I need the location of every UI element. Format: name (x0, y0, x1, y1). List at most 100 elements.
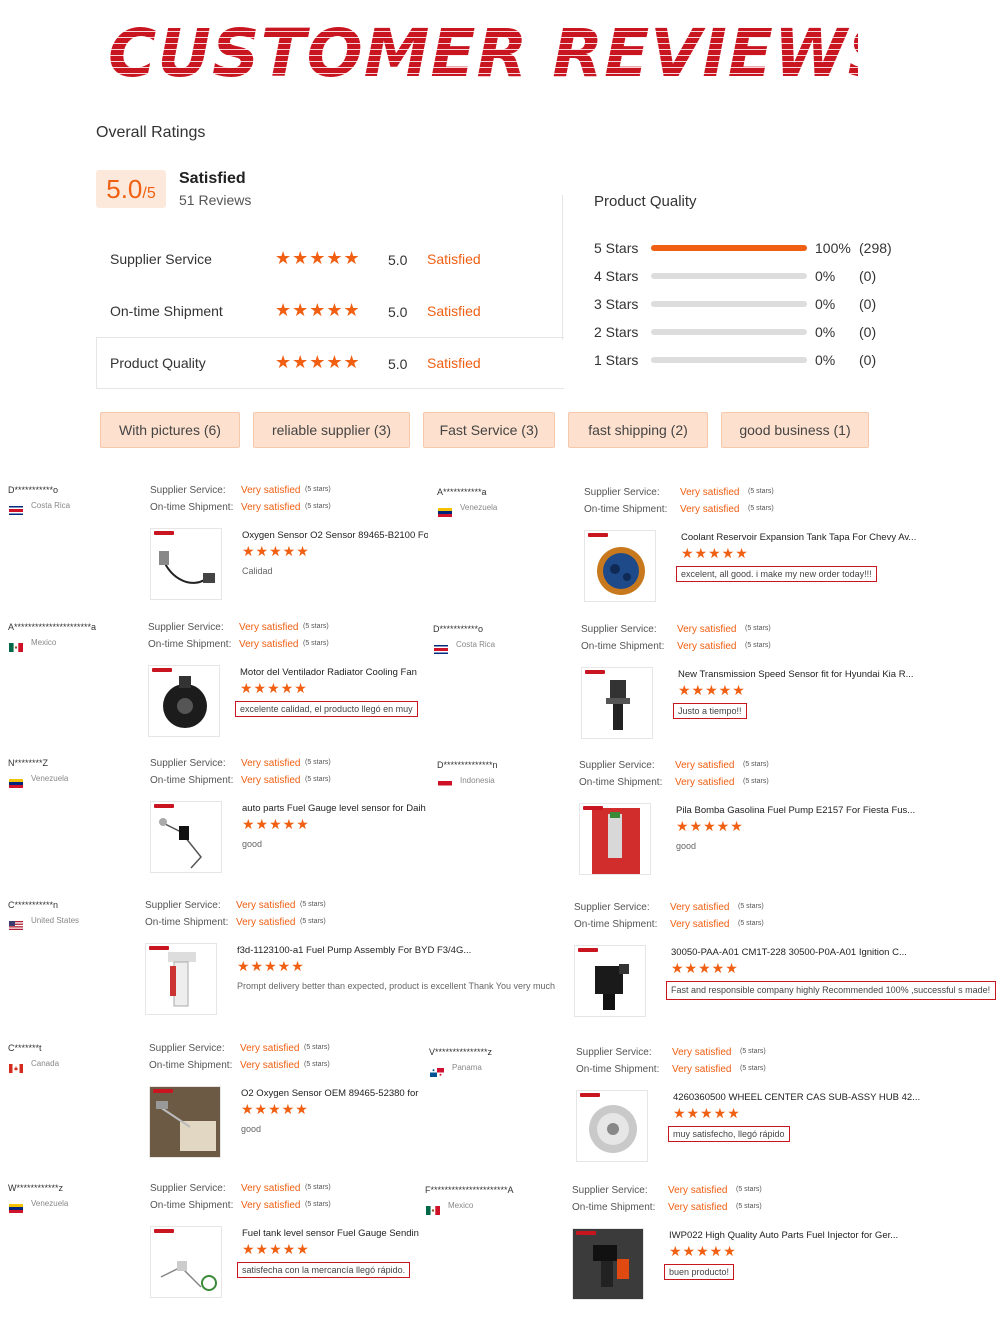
product-quality-title: Product Quality (594, 193, 697, 210)
review-11-product-title[interactable]: Fuel tank level sensor Fuel Gauge Sendin (242, 1228, 428, 1239)
review-9-product-image[interactable] (149, 1086, 221, 1158)
review-2-comment: excelent, all good. i make my new order … (676, 566, 877, 582)
review-4-product-image[interactable] (581, 667, 653, 739)
review-9-comment: good (241, 1124, 262, 1134)
review-5-venezuela-flag-icon (9, 775, 23, 788)
rating-score-shipment: 5.0 (388, 304, 408, 320)
review-7-shipment-label: On-time Shipment: (145, 917, 229, 928)
review-3-product-title[interactable]: Motor del Ventilador Radiator Cooling Fa… (240, 667, 426, 678)
review-6-product-title[interactable]: Pila Bomba Gasolina Fuel Pump E2157 For … (676, 805, 931, 816)
pq-bar-track (651, 357, 807, 363)
review-6-brand-logo (583, 806, 603, 810)
review-10-brand-logo (580, 1093, 600, 1097)
pq-row-percent: 0% (815, 352, 836, 368)
review-1-country: Costa Rica (31, 501, 71, 510)
review-11-shipment-stars: (5 stars) (305, 1201, 331, 1208)
review-7-product-title[interactable]: f3d-1123100-a1 Fuel Pump Assembly For BY… (237, 945, 572, 956)
tag-reliable-supplier[interactable]: reliable supplier (3) (253, 412, 410, 448)
review-9-brand-logo (153, 1089, 173, 1093)
pq-bar-track (651, 273, 807, 279)
review-7-brand-logo (149, 946, 169, 950)
review-9-supplier-stars: (5 stars) (304, 1044, 330, 1051)
review-12-reviewer-name: F**********************A (425, 1185, 514, 1195)
review-9-supplier-label: Supplier Service: (149, 1043, 225, 1054)
review-1-product-title[interactable]: Oxygen Sensor O2 Sensor 89465-B2100 Fo (242, 530, 428, 541)
review-2-product-image[interactable] (584, 530, 656, 602)
review-7-rating-stars: ★★★★★ (237, 958, 305, 974)
rating-stars-shipment: ★★★★★ (275, 300, 361, 320)
review-1-costa-rica-flag-icon (9, 502, 23, 515)
rating-word-supplier: Satisfied (427, 251, 481, 267)
review-5-reviewer-name: N********Z (8, 758, 49, 768)
review-3-shipment-label: On-time Shipment: (148, 639, 232, 650)
review-3-brand-logo (152, 668, 172, 672)
review-6-indonesia-flag-icon (438, 777, 452, 790)
review-7-supplier-stars: (5 stars) (300, 901, 326, 908)
tag-fast-shipping[interactable]: fast shipping (2) (568, 412, 708, 448)
review-9-country: Canada (31, 1059, 60, 1068)
review-4-country: Costa Rica (456, 640, 496, 649)
review-7-supplier-value: Very satisfied (236, 900, 296, 911)
review-1-reviewer-name: D***********o (8, 485, 59, 495)
tag-with-pictures[interactable]: With pictures (6) (100, 412, 240, 448)
review-4-shipment-label: On-time Shipment: (581, 641, 665, 652)
review-10-shipment-stars: (5 stars) (740, 1065, 766, 1072)
review-5-brand-logo (154, 804, 174, 808)
review-3-supplier-label: Supplier Service: (148, 622, 224, 633)
rating-label-quality: Product Quality (110, 355, 206, 371)
review-8-shipment-label: On-time Shipment: (574, 919, 658, 930)
review-5-product-title[interactable]: auto parts Fuel Gauge level sensor for D… (242, 803, 428, 814)
review-9-reviewer-name: C*******t (8, 1043, 42, 1053)
review-8-product-image[interactable] (574, 945, 646, 1017)
pq-bar-track (651, 245, 807, 251)
review-6-country: Indonesia (460, 776, 495, 785)
review-4-shipment-value: Very satisfied (677, 641, 737, 652)
overall-score-max: /5 (142, 185, 156, 202)
review-7-product-image[interactable] (145, 943, 217, 1015)
review-2-shipment-label: On-time Shipment: (584, 504, 668, 515)
review-12-product-title[interactable]: IWP022 High Quality Auto Parts Fuel Inje… (669, 1230, 924, 1241)
review-3-product-image[interactable] (148, 665, 220, 737)
review-5-supplier-stars: (5 stars) (305, 759, 331, 766)
pq-row-percent: 0% (815, 324, 836, 340)
review-7-supplier-label: Supplier Service: (145, 900, 221, 911)
review-11-shipment-label: On-time Shipment: (150, 1200, 234, 1211)
review-6-supplier-stars: (5 stars) (743, 761, 769, 768)
review-10-panama-flag-icon (430, 1064, 444, 1077)
review-12-product-image[interactable] (572, 1228, 644, 1300)
review-6-product-image[interactable] (579, 803, 651, 875)
review-1-shipment-stars: (5 stars) (305, 503, 331, 510)
pq-row-count: (0) (859, 296, 877, 312)
review-6-shipment-label: On-time Shipment: (579, 777, 663, 788)
review-4-supplier-label: Supplier Service: (581, 624, 657, 635)
review-11-supplier-value: Very satisfied (241, 1183, 301, 1194)
review-8-rating-stars: ★★★★★ (671, 960, 739, 976)
review-11-product-image[interactable] (150, 1226, 222, 1298)
review-5-shipment-value: Very satisfied (241, 775, 301, 786)
review-4-supplier-value: Very satisfied (677, 624, 737, 635)
review-1-product-image[interactable] (150, 528, 222, 600)
review-1-brand-logo (154, 531, 174, 535)
review-10-product-image[interactable] (576, 1090, 648, 1162)
tag-fast-service[interactable]: Fast Service (3) (423, 412, 555, 448)
review-9-product-title[interactable]: O2 Oxygen Sensor OEM 89465-52380 for (241, 1088, 427, 1099)
overall-score: 5.0 (106, 174, 143, 204)
overall-score-badge: 5.0/5 (96, 170, 166, 208)
review-2-rating-stars: ★★★★★ (681, 545, 749, 561)
review-2-product-title[interactable]: Coolant Reservoir Expansion Tank Tapa Fo… (681, 532, 936, 543)
tag-good-business[interactable]: good business (1) (721, 412, 869, 448)
review-12-supplier-stars: (5 stars) (736, 1186, 762, 1193)
review-9-supplier-value: Very satisfied (240, 1043, 300, 1054)
review-11-comment: satisfecha con la mercancía llegó rápido… (237, 1262, 411, 1278)
review-8-product-title[interactable]: 30050-PAA-A01 CM1T-228 30500-P0A-A01 Ign… (671, 947, 926, 958)
review-5-product-image[interactable] (150, 801, 222, 873)
rating-stars-supplier: ★★★★★ (275, 248, 361, 268)
review-7-reviewer-name: C***********n (8, 900, 59, 910)
review-7-country: United States (31, 916, 80, 925)
review-4-product-title[interactable]: New Transmission Speed Sensor fit for Hy… (678, 669, 933, 680)
review-4-supplier-stars: (5 stars) (745, 625, 771, 632)
review-6-comment: good (676, 841, 697, 851)
review-5-country: Venezuela (31, 774, 69, 783)
rating-word-shipment: Satisfied (427, 303, 481, 319)
review-10-product-title[interactable]: 4260360500 WHEEL CENTER CAS SUB-ASSY HUB… (673, 1092, 928, 1103)
